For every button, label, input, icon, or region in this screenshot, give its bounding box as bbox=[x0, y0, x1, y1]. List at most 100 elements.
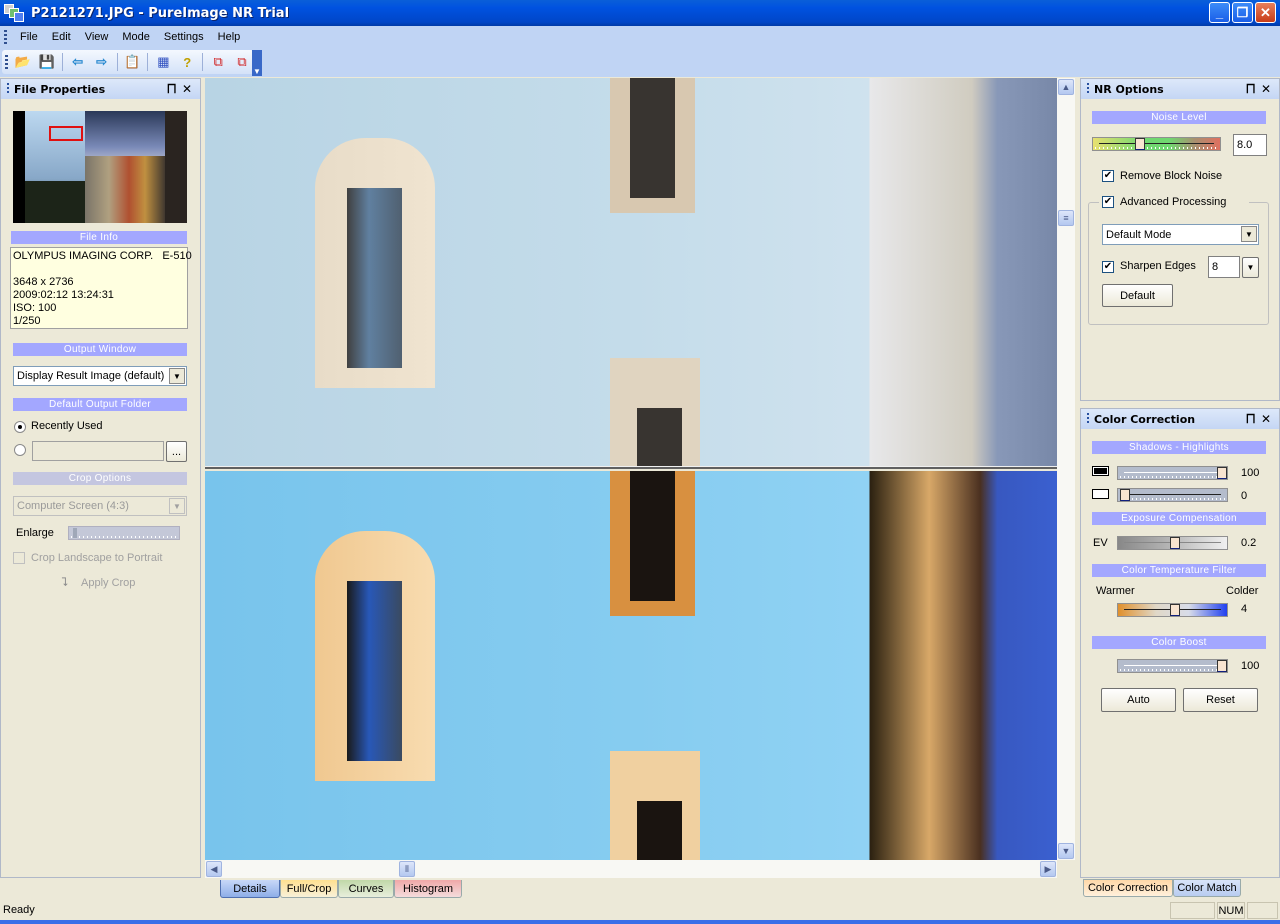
crop-preset-dropdown[interactable]: Computer Screen (4:3) ▼ bbox=[13, 496, 187, 516]
tab-full-crop[interactable]: Full/Crop bbox=[280, 880, 338, 898]
thumbnail-preview[interactable] bbox=[13, 111, 187, 223]
image-viewer[interactable] bbox=[205, 78, 1057, 860]
slider-thumb[interactable] bbox=[1170, 537, 1180, 549]
tab-color-correction[interactable]: Color Correction bbox=[1083, 879, 1173, 897]
noise-level-input[interactable]: 8.0 bbox=[1233, 134, 1267, 156]
remove-block-noise-checkbox[interactable]: ✔ bbox=[1102, 170, 1114, 182]
menu-grip[interactable] bbox=[4, 30, 7, 44]
help-icon[interactable]: ? bbox=[176, 52, 198, 72]
slider-thumb[interactable] bbox=[1217, 660, 1227, 672]
slider-thumb[interactable] bbox=[1120, 489, 1130, 501]
shadows-slider[interactable] bbox=[1117, 466, 1228, 480]
default-output-folder-label: Default Output Folder bbox=[13, 398, 187, 411]
menu-bar: File Edit View Mode Settings Help bbox=[0, 26, 1280, 48]
default-button[interactable]: Default bbox=[1102, 284, 1173, 307]
color-boost-value: 100 bbox=[1241, 660, 1260, 672]
pin-icon[interactable]: ⨅ bbox=[167, 82, 176, 96]
compare-left-icon[interactable]: ⧉ bbox=[207, 52, 229, 72]
close-icon[interactable]: ✕ bbox=[1261, 412, 1271, 426]
folder-path-input[interactable] bbox=[32, 441, 164, 461]
chevron-down-icon[interactable]: ▼ bbox=[1241, 226, 1257, 242]
nr-options-header: NR Options ⨅ ✕ bbox=[1081, 79, 1279, 99]
slider-thumb[interactable] bbox=[1135, 138, 1145, 150]
crop-icon: ⮧ bbox=[61, 575, 69, 589]
crop-options-label: Crop Options bbox=[13, 472, 187, 485]
compare-right-icon[interactable]: ⧉ bbox=[231, 52, 253, 72]
menu-settings[interactable]: Settings bbox=[157, 31, 211, 43]
pin-icon[interactable]: ⨅ bbox=[1246, 412, 1255, 426]
colder-label: Colder bbox=[1226, 585, 1259, 597]
grid-icon[interactable]: ▦ bbox=[152, 52, 174, 72]
tab-color-match[interactable]: Color Match bbox=[1173, 879, 1241, 897]
vertical-scrollbar[interactable]: ▲ ≡ ▼ bbox=[1057, 78, 1075, 860]
close-button[interactable]: ✕ bbox=[1255, 2, 1276, 23]
scroll-up-icon[interactable]: ▲ bbox=[1058, 79, 1074, 95]
color-temperature-label: Color Temperature Filter bbox=[1092, 564, 1266, 577]
result-image-pane[interactable] bbox=[205, 471, 1057, 860]
split-divider[interactable] bbox=[205, 466, 1057, 469]
output-window-dropdown[interactable]: Display Result Image (default) ▼ bbox=[13, 366, 187, 386]
slider-thumb[interactable] bbox=[1217, 467, 1227, 479]
ev-value: 0.2 bbox=[1241, 537, 1257, 549]
batch-out-icon[interactable]: ⇨ bbox=[91, 52, 113, 72]
close-icon[interactable]: ✕ bbox=[182, 82, 192, 96]
open-icon[interactable]: 📂 bbox=[12, 52, 34, 72]
mode-dropdown[interactable]: Default Mode ▼ bbox=[1102, 224, 1259, 245]
exposure-compensation-label: Exposure Compensation bbox=[1092, 512, 1266, 525]
scroll-left-icon[interactable]: ◀ bbox=[206, 861, 222, 877]
num-lock-indicator: NUM bbox=[1217, 902, 1245, 919]
menu-file[interactable]: File bbox=[13, 31, 45, 43]
right-panel-tabs: Color Correction Color Match bbox=[1080, 878, 1280, 898]
color-boost-slider[interactable] bbox=[1117, 659, 1228, 673]
menu-mode[interactable]: Mode bbox=[115, 31, 157, 43]
original-image-pane[interactable] bbox=[205, 78, 1057, 466]
file-info-text: OLYMPUS IMAGING CORP. E-510 3648 x 2736 … bbox=[10, 247, 192, 329]
recently-used-radio[interactable] bbox=[14, 421, 26, 433]
vertical-scroll-thumb[interactable]: ≡ bbox=[1058, 210, 1074, 226]
sharpen-edges-input[interactable]: 8 bbox=[1208, 256, 1240, 278]
tab-curves[interactable]: Curves bbox=[338, 880, 394, 898]
tab-histogram[interactable]: Histogram bbox=[394, 880, 462, 898]
menu-help[interactable]: Help bbox=[211, 31, 248, 43]
highlights-slider[interactable] bbox=[1117, 488, 1228, 502]
apply-crop-button[interactable]: Apply Crop bbox=[81, 577, 135, 589]
menu-view[interactable]: View bbox=[78, 31, 116, 43]
noise-level-slider[interactable] bbox=[1092, 137, 1221, 151]
batch-in-icon[interactable]: ⇦ bbox=[67, 52, 89, 72]
chevron-down-icon[interactable]: ▼ bbox=[169, 498, 185, 514]
horizontal-scrollbar[interactable]: ◀ ⦀ ▶ bbox=[205, 860, 1057, 878]
chevron-down-icon[interactable]: ▼ bbox=[169, 368, 185, 384]
reset-button[interactable]: Reset bbox=[1183, 688, 1258, 712]
minimize-button[interactable]: _ bbox=[1209, 2, 1230, 23]
scroll-down-icon[interactable]: ▼ bbox=[1058, 843, 1074, 859]
paste-icon[interactable]: 📋 bbox=[122, 52, 144, 72]
tab-details[interactable]: Details bbox=[220, 880, 280, 898]
slider-thumb[interactable] bbox=[1170, 604, 1180, 616]
toolbar-grip[interactable] bbox=[5, 55, 8, 69]
sharpen-edges-checkbox[interactable]: ✔ bbox=[1102, 261, 1114, 273]
enlarge-slider[interactable] bbox=[68, 526, 180, 540]
file-properties-panel: File Properties ⨅ ✕ File Info OLYMPUS IM… bbox=[0, 78, 201, 878]
save-icon[interactable]: 💾 bbox=[36, 52, 58, 72]
status-cell-empty bbox=[1247, 902, 1278, 919]
warmer-label: Warmer bbox=[1096, 585, 1135, 597]
auto-button[interactable]: Auto bbox=[1101, 688, 1176, 712]
sharpen-edges-spinner[interactable]: ▼ bbox=[1242, 257, 1259, 278]
toolbar-row: 📂 💾 ⇦ ⇨ 📋 ▦ ? ⧉ ⧉ ▼ bbox=[0, 48, 1280, 77]
toolbar-overflow-icon[interactable]: ▼ bbox=[252, 50, 262, 76]
scroll-right-icon[interactable]: ▶ bbox=[1040, 861, 1056, 877]
color-temperature-slider[interactable] bbox=[1117, 603, 1228, 617]
color-temperature-value: 4 bbox=[1241, 603, 1248, 615]
crop-landscape-checkbox[interactable] bbox=[13, 552, 25, 564]
horizontal-scroll-thumb[interactable]: ⦀ bbox=[399, 861, 415, 877]
color-boost-label: Color Boost bbox=[1092, 636, 1266, 649]
custom-folder-radio[interactable] bbox=[14, 444, 26, 456]
ev-slider[interactable] bbox=[1117, 536, 1228, 550]
restore-button[interactable]: ❐ bbox=[1232, 2, 1253, 23]
browse-button[interactable]: ... bbox=[166, 441, 187, 462]
pin-icon[interactable]: ⨅ bbox=[1246, 82, 1255, 96]
sharpen-edges-label: Sharpen Edges bbox=[1120, 260, 1196, 272]
advanced-processing-checkbox[interactable]: ✔ bbox=[1102, 196, 1114, 208]
close-icon[interactable]: ✕ bbox=[1261, 82, 1271, 96]
menu-edit[interactable]: Edit bbox=[45, 31, 78, 43]
